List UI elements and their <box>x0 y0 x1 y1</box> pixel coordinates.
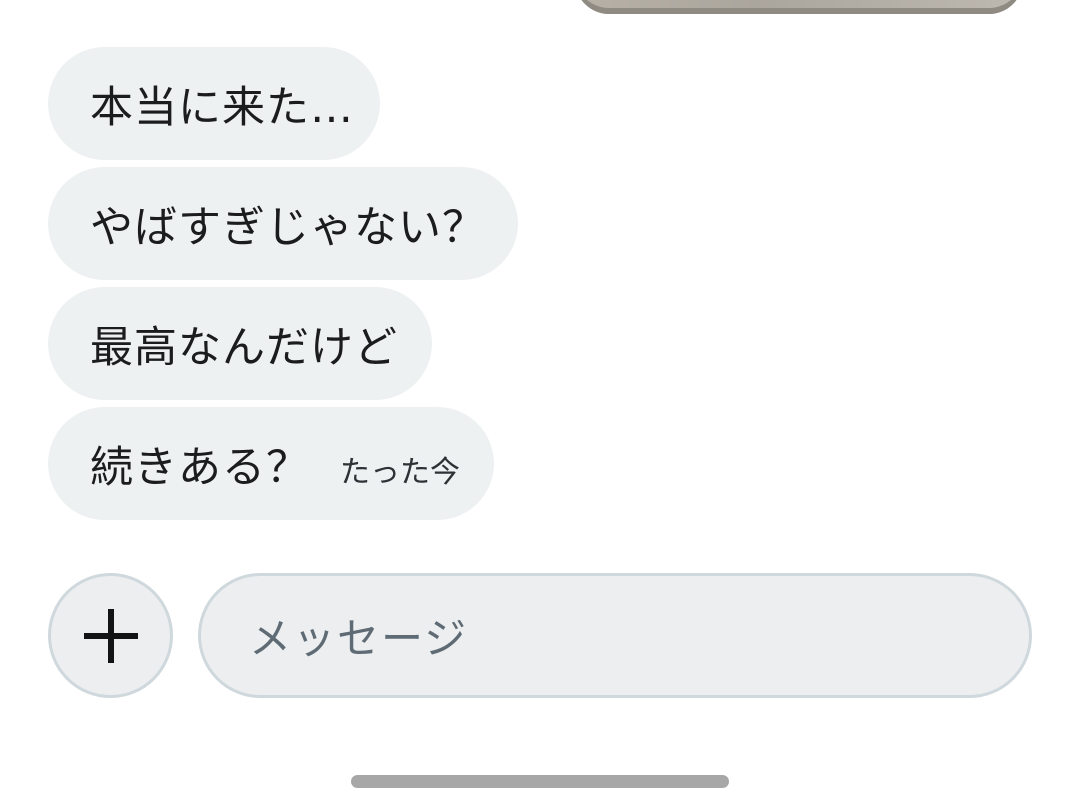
message-text: 本当に来た… <box>90 82 354 133</box>
plus-icon <box>83 608 138 663</box>
message-text: 最高なんだけど <box>90 322 398 373</box>
media-message-bubble[interactable] <box>575 0 1023 14</box>
message-input[interactable]: メッセージ <box>198 573 1032 698</box>
add-attachment-button[interactable] <box>48 573 173 698</box>
chat-screen: 本当に来た… やばすぎじゃない？ 最高なんだけど 続きある？ たった今 メッセー… <box>0 0 1080 804</box>
message-bubble[interactable]: 最高なんだけど <box>48 287 432 400</box>
message-bubble[interactable]: 本当に来た… <box>48 47 380 160</box>
home-indicator[interactable] <box>351 775 729 788</box>
message-input-placeholder: メッセージ <box>249 614 469 663</box>
message-bubble[interactable]: やばすぎじゃない？ <box>48 167 518 280</box>
message-text: やばすぎじゃない？ <box>90 202 486 253</box>
message-bubble[interactable]: 続きある？ たった今 <box>48 407 494 520</box>
message-timestamp: たった今 <box>340 454 460 490</box>
message-text: 続きある？ <box>90 442 310 493</box>
